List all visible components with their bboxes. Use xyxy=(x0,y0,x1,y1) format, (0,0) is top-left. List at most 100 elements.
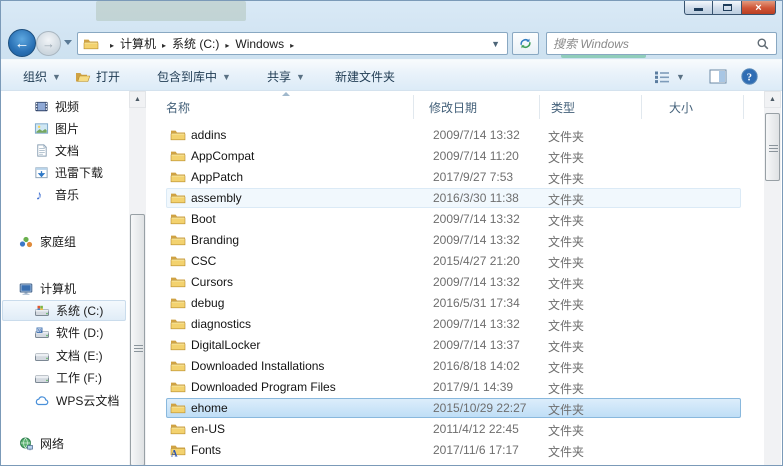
sidebar-item-工作 (F:)[interactable]: 工作 (F:) xyxy=(34,367,102,388)
file-type: 文件夹 xyxy=(548,296,584,313)
file-date-modified: 2017/9/27 7:53 xyxy=(433,170,513,184)
homegroup-icon xyxy=(18,234,34,250)
sidebar-item-label: 图片 xyxy=(55,120,79,137)
toolbar-button-包含到库中[interactable]: 包含到库中▼ xyxy=(153,66,235,87)
recent-pages-chevron-icon[interactable] xyxy=(64,40,72,45)
column-divider[interactable] xyxy=(641,95,642,119)
scroll-up-icon[interactable]: ▲ xyxy=(764,91,781,108)
sidebar-item-计算机[interactable]: 计算机 xyxy=(18,278,76,299)
sidebar-item-网络[interactable]: 网络 xyxy=(18,433,64,454)
sidebar-item-视频[interactable]: 视频 xyxy=(34,96,79,117)
table-row-Cursors[interactable]: Cursors2009/7/14 13:32文件夹 xyxy=(158,272,764,293)
minimize-button[interactable] xyxy=(684,1,713,15)
table-row-en-US[interactable]: en-US2011/4/12 22:45文件夹 xyxy=(158,419,764,440)
svg-text:A: A xyxy=(171,449,178,459)
sidebar-item-迅雷下载[interactable]: 迅雷下载 xyxy=(34,162,103,183)
folder-icon xyxy=(170,316,186,332)
table-row-ehome[interactable]: ehome2015/10/29 22:27文件夹 xyxy=(158,398,764,419)
column-divider[interactable] xyxy=(539,95,540,119)
column-header-类型[interactable]: 类型 xyxy=(551,99,575,116)
file-name: Downloaded Program Files xyxy=(191,380,336,394)
caption-buttons: × xyxy=(684,1,776,15)
table-row-DigitalLocker[interactable]: DigitalLocker2009/7/14 13:37文件夹 xyxy=(158,335,764,356)
table-row-partial[interactable] xyxy=(158,461,764,466)
table-row-addins[interactable]: addins2009/7/14 13:32文件夹 xyxy=(158,125,764,146)
breadcrumb-item[interactable]: 计算机 xyxy=(120,37,156,51)
address-dropdown-icon[interactable]: ▼ xyxy=(491,39,500,49)
drive-icon xyxy=(34,348,50,364)
column-headers: 名称 修改日期 类型 大小 xyxy=(158,91,764,124)
sidebar-item-label: 工作 (F:) xyxy=(56,369,102,386)
help-icon: ? xyxy=(741,68,758,85)
breadcrumb-item[interactable]: Windows xyxy=(235,37,284,51)
refresh-button[interactable] xyxy=(512,32,539,55)
close-button[interactable]: × xyxy=(742,1,776,15)
column-header-大小[interactable]: 大小 xyxy=(669,99,693,116)
column-header-修改日期[interactable]: 修改日期 xyxy=(429,99,477,116)
file-type: 文件夹 xyxy=(548,317,584,334)
svg-text:♪: ♪ xyxy=(36,188,43,202)
table-row-AppPatch[interactable]: AppPatch2017/9/27 7:53文件夹 xyxy=(158,167,764,188)
breadcrumb-separator-icon: ▸ xyxy=(110,41,114,50)
toolbar-button-打开[interactable]: 打开 xyxy=(71,66,124,87)
search-input[interactable]: 搜索 Windows xyxy=(546,32,777,55)
back-button[interactable]: ← xyxy=(8,29,36,57)
sidebar-scrollbar[interactable]: ▲ xyxy=(129,91,146,466)
column-header-名称[interactable]: 名称 xyxy=(166,99,190,116)
table-row-assembly[interactable]: assembly2016/3/30 11:38文件夹 xyxy=(158,188,764,209)
column-divider[interactable] xyxy=(743,95,744,119)
table-row-diagnostics[interactable]: diagnostics2009/7/14 13:32文件夹 xyxy=(158,314,764,335)
breadcrumb-item[interactable]: 系统 (C:) xyxy=(172,37,219,51)
toolbar-button-共享[interactable]: 共享▼ xyxy=(263,66,309,87)
toolbar-button-组织[interactable]: 组织▼ xyxy=(19,66,65,87)
search-placeholder: 搜索 Windows xyxy=(553,35,756,52)
sidebar-item-label: 视频 xyxy=(55,98,79,115)
file-date-modified: 2011/4/12 22:45 xyxy=(433,422,519,436)
table-row-CSC[interactable]: CSC2015/4/27 21:20文件夹 xyxy=(158,251,764,272)
folder-icon xyxy=(170,400,186,416)
computer-icon xyxy=(18,281,34,297)
table-row-AppCompat[interactable]: AppCompat2009/7/14 11:20文件夹 xyxy=(158,146,764,167)
sidebar-scrollbar-thumb[interactable] xyxy=(130,214,145,466)
table-row-Fonts[interactable]: AFonts2017/11/6 17:17文件夹 xyxy=(158,440,764,461)
address-bar[interactable]: ▸计算机▸系统 (C:)▸Windows▸ ▼ xyxy=(77,32,508,55)
table-row-Branding[interactable]: Branding2009/7/14 13:32文件夹 xyxy=(158,230,764,251)
help-button[interactable]: ? xyxy=(741,66,758,87)
sidebar-item-文档 (E:)[interactable]: 文档 (E:) xyxy=(34,345,103,366)
file-date-modified: 2009/7/14 11:20 xyxy=(433,149,519,163)
file-date-modified: 2009/7/14 13:32 xyxy=(433,233,520,247)
open-folder-icon xyxy=(75,69,91,85)
folder-icon xyxy=(170,295,186,311)
toolbar-button-新建文件夹[interactable]: 新建文件夹 xyxy=(331,66,399,87)
maximize-button[interactable] xyxy=(713,1,742,15)
sidebar-item-图片[interactable]: 图片 xyxy=(34,118,79,139)
table-row-debug[interactable]: debug2016/5/31 17:34文件夹 xyxy=(158,293,764,314)
file-date-modified: 2015/10/29 22:27 xyxy=(433,401,526,415)
list-scrollbar[interactable]: ▲ xyxy=(764,91,781,466)
file-type: 文件夹 xyxy=(548,128,584,145)
sidebar-item-文档[interactable]: 文档 xyxy=(34,140,79,161)
file-date-modified: 2016/5/31 17:34 xyxy=(433,296,520,310)
preview-pane-button[interactable] xyxy=(709,66,727,87)
list-scrollbar-thumb[interactable] xyxy=(765,113,780,181)
sidebar-item-系统 (C:)[interactable]: 系统 (C:) xyxy=(34,300,103,321)
table-row-Boot[interactable]: Boot2009/7/14 13:32文件夹 xyxy=(158,209,764,230)
sidebar-item-WPS云文档[interactable]: WPS云文档 xyxy=(34,390,119,411)
file-name: AppCompat xyxy=(191,149,254,163)
sidebar-item-label: 文档 xyxy=(55,142,79,159)
column-divider[interactable] xyxy=(413,95,414,119)
file-type: 文件夹 xyxy=(548,401,584,418)
table-row-Downloaded Installations[interactable]: Downloaded Installations2016/8/18 14:02文… xyxy=(158,356,764,377)
table-row-Downloaded Program Files[interactable]: Downloaded Program Files2017/9/1 14:39文件… xyxy=(158,377,764,398)
breadcrumb-separator-icon: ▸ xyxy=(162,41,166,50)
minimize-icon xyxy=(694,8,703,11)
change-view-button[interactable]: ▼ xyxy=(654,66,685,87)
sidebar-item-label: 文档 (E:) xyxy=(56,347,103,364)
forward-button[interactable]: → xyxy=(36,31,61,56)
file-date-modified: 2016/8/18 14:02 xyxy=(433,359,520,373)
scroll-up-icon[interactable]: ▲ xyxy=(129,91,146,108)
sidebar-item-家庭组[interactable]: 家庭组 xyxy=(18,231,76,252)
sidebar-item-label: 迅雷下载 xyxy=(55,164,103,181)
sidebar-item-音乐[interactable]: ♪音乐 xyxy=(34,184,79,205)
sidebar-item-软件 (D:)[interactable]: W软件 (D:) xyxy=(34,322,103,343)
